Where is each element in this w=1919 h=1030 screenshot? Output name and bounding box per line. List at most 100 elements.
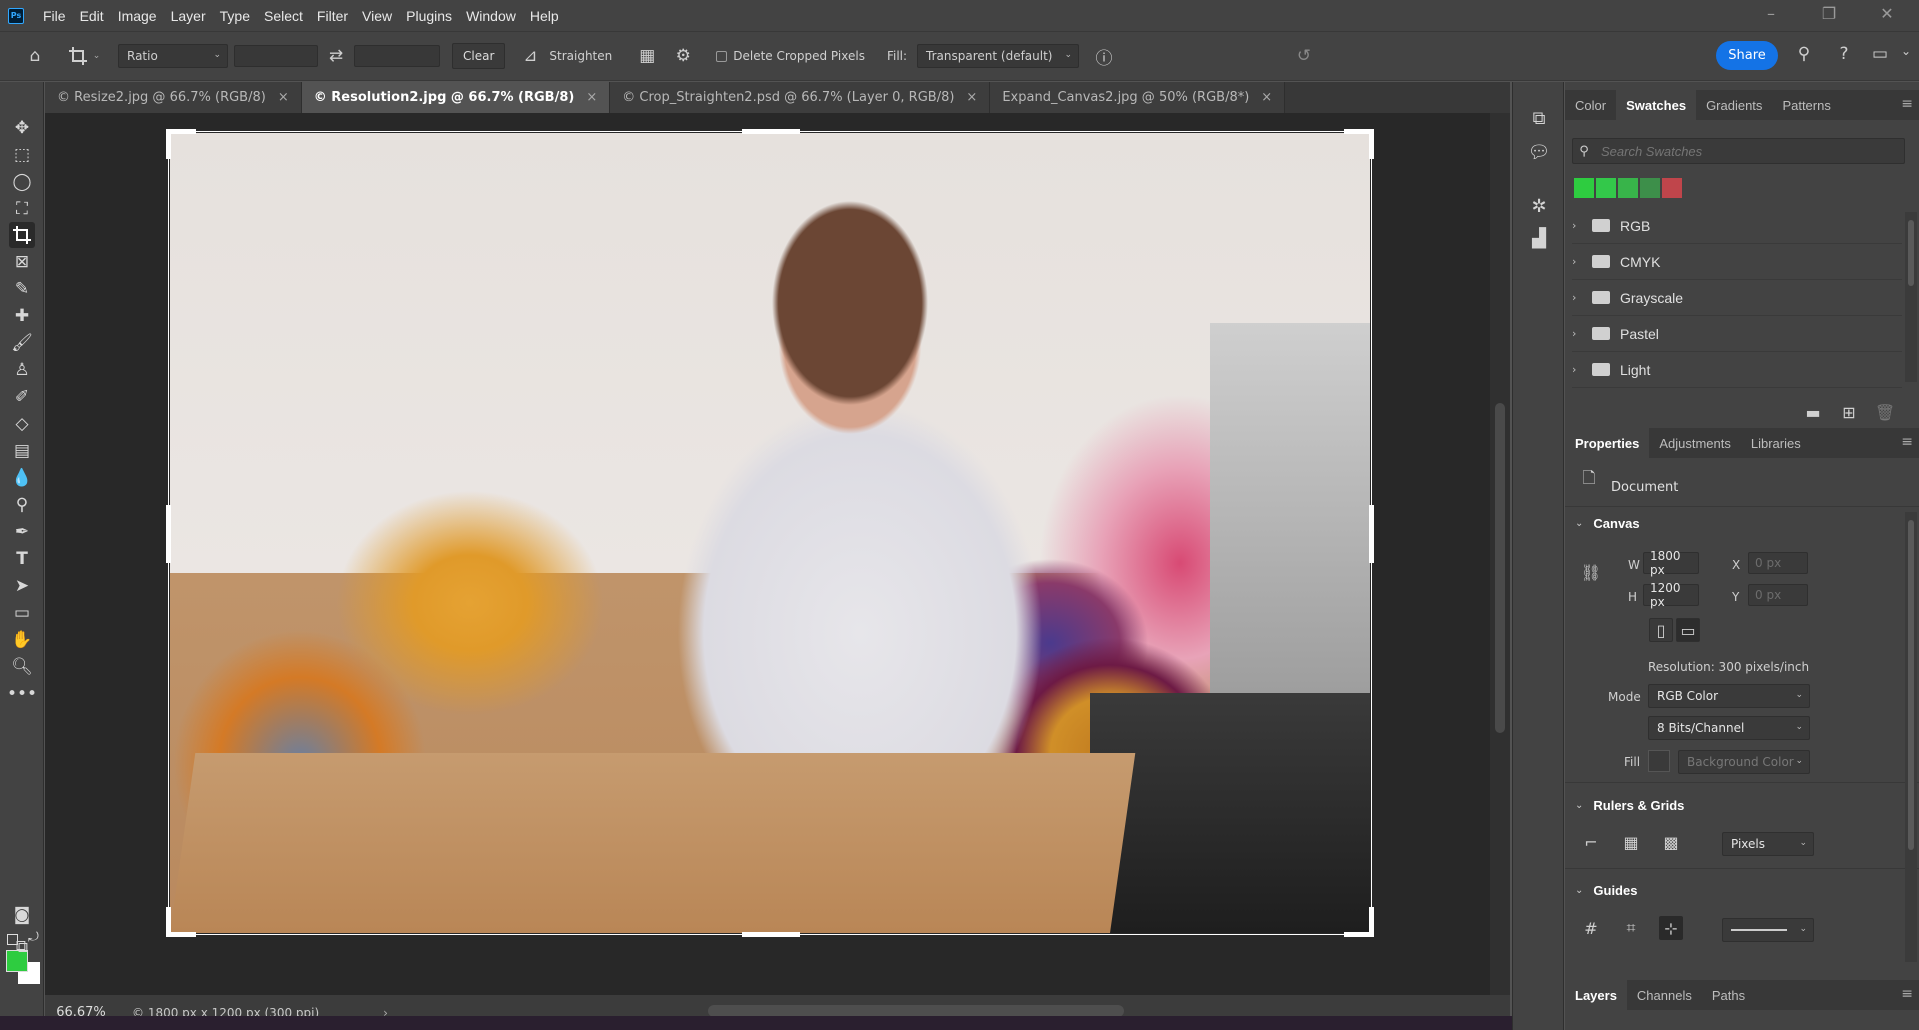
ratio-height-input[interactable] bbox=[354, 45, 440, 67]
menu-help[interactable]: Help bbox=[530, 8, 559, 24]
recent-swatch[interactable] bbox=[1618, 178, 1638, 198]
crop-handle-top[interactable] bbox=[742, 129, 800, 134]
screen-mode-icon[interactable]: ⧉ bbox=[9, 934, 35, 960]
move-tool-icon[interactable]: ✥ bbox=[9, 115, 35, 141]
menu-image[interactable]: Image bbox=[118, 8, 157, 24]
recent-swatch[interactable] bbox=[1662, 178, 1682, 198]
path-selection-tool-icon[interactable]: ➤ bbox=[9, 573, 35, 599]
swatch-group-rgb[interactable]: › RGB bbox=[1572, 208, 1902, 244]
recent-swatch[interactable] bbox=[1574, 178, 1594, 198]
help-icon[interactable]: ? bbox=[1830, 44, 1858, 64]
tab-gradients[interactable]: Gradients bbox=[1696, 90, 1772, 120]
close-window-icon[interactable]: ✕ bbox=[1867, 0, 1907, 26]
dodge-tool-icon[interactable]: ⚲ bbox=[9, 492, 35, 518]
blur-tool-icon[interactable]: 💧 bbox=[9, 465, 35, 491]
gradient-tool-icon[interactable]: ▤ bbox=[9, 438, 35, 464]
crop-frame[interactable] bbox=[168, 131, 1372, 935]
canvas-x-field[interactable]: 0 px bbox=[1748, 552, 1808, 574]
minimize-icon[interactable]: – bbox=[1751, 0, 1791, 26]
swap-icon[interactable]: ⇄ bbox=[318, 46, 354, 66]
marquee-tool-icon[interactable]: ⬚ bbox=[9, 142, 35, 168]
swatches-search-input[interactable] bbox=[1595, 143, 1885, 159]
panel-menu-icon[interactable]: ≡ bbox=[1901, 96, 1913, 112]
crop-handle-top-left[interactable] bbox=[166, 129, 171, 159]
crop-handle-bottom-left[interactable] bbox=[166, 907, 171, 937]
mode-select[interactable]: RGB Color ⌄ bbox=[1648, 684, 1810, 708]
tab-resolution2[interactable]: © Resolution2.jpg @ 66.7% (RGB/8) × bbox=[301, 82, 611, 113]
clone-stamp-tool-icon[interactable]: ♙ bbox=[9, 357, 35, 383]
crop-tool-icon[interactable] bbox=[9, 222, 35, 248]
ratio-width-input[interactable] bbox=[234, 45, 318, 67]
brush-tool-icon[interactable]: 🖌 bbox=[9, 330, 35, 356]
hand-tool-icon[interactable]: ✋ bbox=[9, 627, 35, 653]
chevron-down-icon[interactable]: ⌄ bbox=[1896, 44, 1916, 58]
smart-guides-icon[interactable]: ⊹ bbox=[1659, 916, 1683, 940]
tab-paths[interactable]: Paths bbox=[1702, 980, 1755, 1010]
type-tool-icon[interactable]: T bbox=[9, 546, 35, 572]
swatch-group-pastel[interactable]: › Pastel bbox=[1572, 316, 1902, 352]
zoom-tool-icon[interactable]: 🔍︎ bbox=[9, 654, 35, 680]
frame-tool-icon[interactable]: ⊠ bbox=[9, 249, 35, 275]
menu-file[interactable]: File bbox=[43, 8, 66, 24]
delete-icon[interactable]: 🗑︎ bbox=[1873, 400, 1897, 424]
properties-scrollbar[interactable] bbox=[1905, 512, 1917, 962]
history-icon[interactable]: ⧉ bbox=[1525, 104, 1553, 132]
navigator-icon[interactable]: ✲ bbox=[1525, 192, 1553, 220]
pen-tool-icon[interactable]: ✒ bbox=[9, 519, 35, 545]
guides-icon[interactable]: # bbox=[1579, 916, 1603, 940]
crop-handle-right[interactable] bbox=[1369, 505, 1374, 563]
close-icon[interactable]: × bbox=[1261, 90, 1272, 105]
tab-crop-straighten2[interactable]: © Crop_Straighten2.psd @ 66.7% (Layer 0,… bbox=[610, 82, 991, 113]
crop-handle-bottom-right[interactable] bbox=[1369, 907, 1374, 937]
gear-icon[interactable]: ⚙ bbox=[668, 46, 698, 66]
clear-button[interactable]: Clear bbox=[452, 43, 506, 69]
new-group-icon[interactable]: ▬ bbox=[1801, 400, 1825, 424]
ratio-select[interactable]: Ratio ⌄ bbox=[118, 44, 228, 68]
menu-plugins[interactable]: Plugins bbox=[406, 8, 452, 24]
tab-expand-canvas2[interactable]: Expand_Canvas2.jpg @ 50% (RGB/8*) × bbox=[990, 82, 1286, 113]
lock-guides-icon[interactable]: ⌗ bbox=[1619, 916, 1643, 940]
swatch-group-light[interactable]: › Light bbox=[1572, 352, 1902, 388]
menu-filter[interactable]: Filter bbox=[317, 8, 348, 24]
search-icon[interactable]: ⚲ bbox=[1790, 44, 1818, 64]
panel-menu-icon[interactable]: ≡ bbox=[1901, 434, 1913, 450]
fill-select[interactable]: Background Color ⌄ bbox=[1678, 750, 1810, 774]
canvas-height-field[interactable]: 1200 px bbox=[1643, 581, 1699, 609]
portrait-orientation-icon[interactable]: ▯ bbox=[1649, 618, 1673, 642]
tab-properties[interactable]: Properties bbox=[1565, 428, 1650, 458]
recent-swatch[interactable] bbox=[1596, 178, 1616, 198]
fill-select[interactable]: Transparent (default) ⌄ bbox=[917, 44, 1080, 68]
crop-handle-left[interactable] bbox=[166, 505, 171, 563]
bit-depth-select[interactable]: 8 Bits/Channel ⌄ bbox=[1648, 716, 1810, 740]
reset-icon[interactable]: ↺ bbox=[1289, 46, 1319, 66]
share-button[interactable]: Share bbox=[1716, 41, 1778, 70]
crop-handle-bottom[interactable] bbox=[742, 932, 800, 937]
lasso-tool-icon[interactable]: ◯ bbox=[9, 169, 35, 195]
recent-swatch[interactable] bbox=[1640, 178, 1660, 198]
healing-brush-tool-icon[interactable]: ✚ bbox=[9, 303, 35, 329]
more-tools-icon[interactable]: ••• bbox=[7, 681, 37, 707]
menu-layer[interactable]: Layer bbox=[171, 8, 206, 24]
quick-mask-icon[interactable]: ◙ bbox=[9, 902, 35, 928]
straighten-label[interactable]: Straighten bbox=[549, 49, 612, 63]
menu-edit[interactable]: Edit bbox=[80, 8, 104, 24]
tab-swatches[interactable]: Swatches bbox=[1616, 90, 1697, 120]
workspace-icon[interactable]: ▭ bbox=[1866, 44, 1894, 64]
home-icon[interactable]: ⌂ bbox=[20, 46, 50, 66]
tab-resize2[interactable]: © Resize2.jpg @ 66.7% (RGB/8) × bbox=[45, 82, 302, 113]
comments-icon[interactable]: 💬︎ bbox=[1525, 138, 1553, 166]
canvas-y-field[interactable]: 0 px bbox=[1748, 584, 1808, 606]
info-icon[interactable]: ⓘ bbox=[1089, 44, 1119, 69]
eyedropper-tool-icon[interactable]: ✎ bbox=[9, 276, 35, 302]
vertical-scrollbar[interactable] bbox=[1490, 113, 1510, 995]
restore-icon[interactable]: ❐ bbox=[1809, 0, 1849, 26]
tab-patterns[interactable]: Patterns bbox=[1772, 90, 1840, 120]
canvas-width-field[interactable]: 1800 px bbox=[1643, 549, 1699, 577]
guide-style-select[interactable]: ⌄ bbox=[1722, 918, 1814, 942]
swatches-search[interactable]: ⚲ bbox=[1572, 138, 1905, 164]
tab-libraries[interactable]: Libraries bbox=[1741, 428, 1811, 458]
history-brush-tool-icon[interactable]: ✐ bbox=[9, 384, 35, 410]
straighten-icon[interactable]: ⊿ bbox=[515, 46, 545, 66]
close-icon[interactable]: × bbox=[586, 90, 597, 105]
canvas-section-header[interactable]: ⌄ Canvas bbox=[1575, 516, 1640, 531]
